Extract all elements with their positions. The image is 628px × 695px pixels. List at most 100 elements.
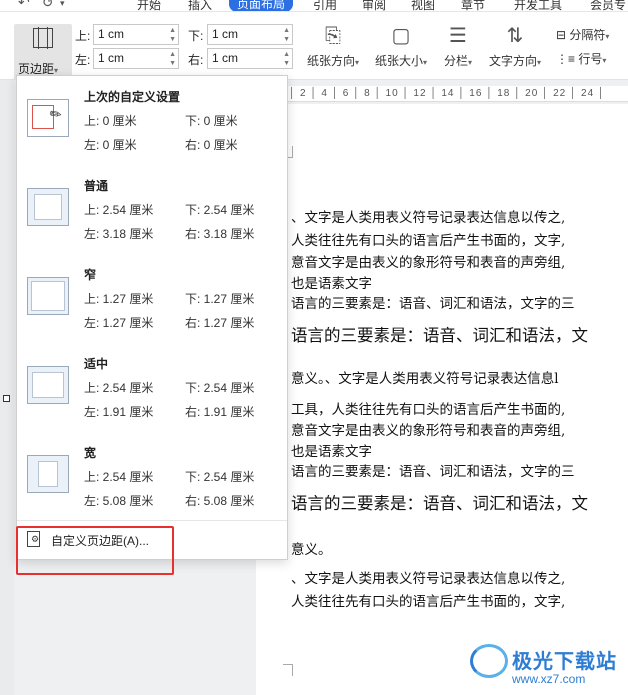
- margin-preset-wide[interactable]: 宽 上: 2.54 厘米 下: 2.54 厘米 左: 5.08 厘米 右: 5.…: [17, 444, 287, 532]
- document-line[interactable]: 意义。: [291, 538, 332, 558]
- paper-orientation-label: 纸张方向: [306, 54, 355, 68]
- preset-name: 适中: [84, 357, 109, 371]
- chevron-down-icon[interactable]: ▾: [60, 0, 65, 9]
- preset-top: 上: 2.54 厘米: [84, 381, 154, 395]
- document-line[interactable]: 语言的三要素是：语音、词汇和语法，文: [291, 490, 588, 514]
- watermark-logo-icon: [470, 644, 508, 678]
- margin-preset-normal[interactable]: 普通 上: 2.54 厘米 下: 2.54 厘米 左: 3.18 厘米 右: 3…: [17, 177, 287, 265]
- text-direction-icon: ⇅: [506, 25, 524, 47]
- margin-preview-icon: [27, 455, 69, 493]
- document-line[interactable]: 人类往往先有口头的语言后产生书面的，文字,: [291, 590, 565, 610]
- page-margin-dropdown: ✎ 上次的自定义设置 上: 0 厘米 下: 0 厘米 左: 0 厘米 右: 0 …: [16, 75, 288, 560]
- document-line[interactable]: 意音文字是由表义的象形符号和表音的声旁组,: [291, 251, 565, 271]
- line-numbers-icon: ⋮≡: [556, 52, 579, 66]
- preset-left: 左: 0 厘米: [84, 138, 137, 152]
- preset-left: 左: 1.91 厘米: [84, 405, 154, 419]
- preset-bottom: 下: 2.54 厘米: [185, 203, 255, 217]
- bottom-margin-input[interactable]: 1 cm ▲ ▼: [207, 24, 293, 45]
- left-margin-value: 1 cm: [98, 51, 125, 65]
- margin-preset-last-custom[interactable]: ✎ 上次的自定义设置 上: 0 厘米 下: 0 厘米 左: 0 厘米 右: 0 …: [17, 88, 287, 176]
- preset-left: 左: 1.27 厘米: [84, 316, 154, 330]
- preset-right: 右: 1.27 厘米: [185, 316, 255, 330]
- menu-item-review[interactable]: 审阅: [362, 0, 386, 11]
- preset-top: 上: 1.27 厘米: [84, 292, 154, 306]
- preset-bottom: 下: 0 厘米: [185, 114, 238, 128]
- menu-item-chapter[interactable]: 章节: [461, 0, 485, 11]
- preset-top: 上: 0 厘米: [84, 114, 137, 128]
- margin-preview-icon: [27, 366, 69, 404]
- line-numbers-button[interactable]: ⋮≡ 行号▾: [556, 50, 606, 67]
- document-line[interactable]: 也是语素文字: [291, 272, 372, 292]
- menu-item-developer[interactable]: 开发工具: [514, 0, 562, 11]
- page-margin-icon: [33, 27, 53, 49]
- document-line[interactable]: 语言的三要素是：语音、词汇和语法，文字的三: [291, 292, 575, 312]
- paper-orientation-icon: ⎘: [325, 25, 341, 47]
- paper-size-button[interactable]: ▢ 纸张大小▾: [372, 24, 430, 69]
- resize-handle[interactable]: [3, 395, 10, 402]
- stepper-icon[interactable]: ▲ ▼: [283, 50, 290, 68]
- preset-right: 右: 3.18 厘米: [185, 227, 255, 241]
- stepper-icon[interactable]: ▲ ▼: [169, 26, 176, 44]
- left-margin-input[interactable]: 1 cm ▲ ▼: [93, 48, 179, 69]
- left-margin-label: 左:: [75, 53, 91, 67]
- page-margin-button[interactable]: 页边距▾: [14, 24, 72, 82]
- document-line[interactable]: 语言的三要素是：语音、词汇和语法，文: [291, 322, 588, 346]
- text-direction-label: 文字方向: [488, 54, 537, 68]
- menu-item-member[interactable]: 会员专: [590, 0, 626, 11]
- menu-item-insert[interactable]: 插入: [188, 0, 212, 11]
- bottom-margin-value: 1 cm: [212, 27, 239, 41]
- document-line[interactable]: 意义。、文字是人类用表义符号记录表达信息l: [291, 367, 559, 387]
- preset-left: 左: 3.18 厘米: [84, 227, 154, 241]
- bottom-margin-label: 下:: [188, 29, 204, 43]
- document-line[interactable]: 也是语素文字: [291, 440, 372, 460]
- preset-name: 上次的自定义设置: [84, 90, 181, 104]
- undo-icon[interactable]: ↺: [42, 0, 54, 11]
- menu-item-home[interactable]: 开始: [137, 0, 161, 11]
- top-margin-input[interactable]: 1 cm ▲ ▼: [93, 24, 179, 45]
- document-line[interactable]: 语言的三要素是：语音、词汇和语法，文字的三: [291, 460, 575, 480]
- preset-left: 左: 5.08 厘米: [84, 494, 154, 508]
- watermark-title: 极光下载站: [512, 651, 617, 673]
- columns-button[interactable]: ☰ 分栏▾: [440, 24, 476, 69]
- preset-bottom: 下: 2.54 厘米: [185, 381, 255, 395]
- quick-access-icon[interactable]: ↶: [18, 0, 30, 11]
- preset-name: 宽: [84, 446, 97, 460]
- menu-item-page-layout[interactable]: 页面布局: [229, 0, 294, 11]
- preset-name: 窄: [84, 268, 97, 282]
- left-ruler: [0, 80, 14, 695]
- columns-label: 分栏: [443, 54, 468, 68]
- margin-preset-moderate[interactable]: 适中 上: 2.54 厘米 下: 2.54 厘米 左: 1.91 厘米 右: 1…: [17, 355, 287, 443]
- right-margin-input[interactable]: 1 cm ▲ ▼: [207, 48, 293, 69]
- breaks-button[interactable]: ⊟ 分隔符▾: [556, 26, 609, 43]
- custom-margin-row[interactable]: [17, 520, 287, 521]
- margin-preview-icon: [27, 188, 69, 226]
- horizontal-ruler[interactable]: │ 2 │ 4 │ 6 │ 8 │ 10 │ 12 │ 14 │ 16 │ 18…: [287, 86, 628, 102]
- top-margin-label: 上:: [75, 29, 91, 43]
- document-line[interactable]: 工具，人类往往先有口头的语言后产生书面的,: [291, 398, 565, 418]
- paper-size-icon: ▢: [391, 25, 411, 47]
- highlight-box: [16, 526, 174, 575]
- menu-item-references[interactable]: 引用: [313, 0, 337, 11]
- document-line[interactable]: 、文字是人类用表义符号记录表达信息以传之,: [291, 567, 565, 587]
- stepper-icon[interactable]: ▲ ▼: [169, 50, 176, 68]
- preset-right: 右: 0 厘米: [185, 138, 238, 152]
- paper-size-label: 纸张大小: [374, 54, 423, 68]
- preset-right: 右: 1.91 厘米: [185, 405, 255, 419]
- columns-icon: ☰: [449, 25, 467, 47]
- document-line[interactable]: 、文字是人类用表义符号记录表达信息以传之,: [291, 206, 565, 226]
- menu-item-view[interactable]: 视图: [411, 0, 435, 11]
- preset-top: 上: 2.54 厘米: [84, 470, 154, 484]
- line-numbers-label: 行号: [578, 52, 603, 66]
- preset-name: 普通: [84, 179, 109, 193]
- margin-preset-narrow[interactable]: 窄 上: 1.27 厘米 下: 1.27 厘米 左: 1.27 厘米 右: 1.…: [17, 266, 287, 354]
- right-margin-value: 1 cm: [212, 51, 239, 65]
- paper-orientation-button[interactable]: ⎘ 纸张方向▾: [304, 24, 362, 69]
- stepper-icon[interactable]: ▲ ▼: [283, 26, 290, 44]
- right-margin-label: 右:: [188, 53, 204, 67]
- document-line[interactable]: 人类往往先有口头的语言后产生书面的，文字,: [291, 229, 565, 249]
- preset-top: 上: 2.54 厘米: [84, 203, 154, 217]
- breaks-label: 分隔符: [569, 28, 606, 42]
- text-direction-button[interactable]: ⇅ 文字方向▾: [486, 24, 544, 69]
- preset-bottom: 下: 1.27 厘米: [185, 292, 255, 306]
- document-line[interactable]: 意音文字是由表义的象形符号和表音的声旁组,: [291, 419, 565, 439]
